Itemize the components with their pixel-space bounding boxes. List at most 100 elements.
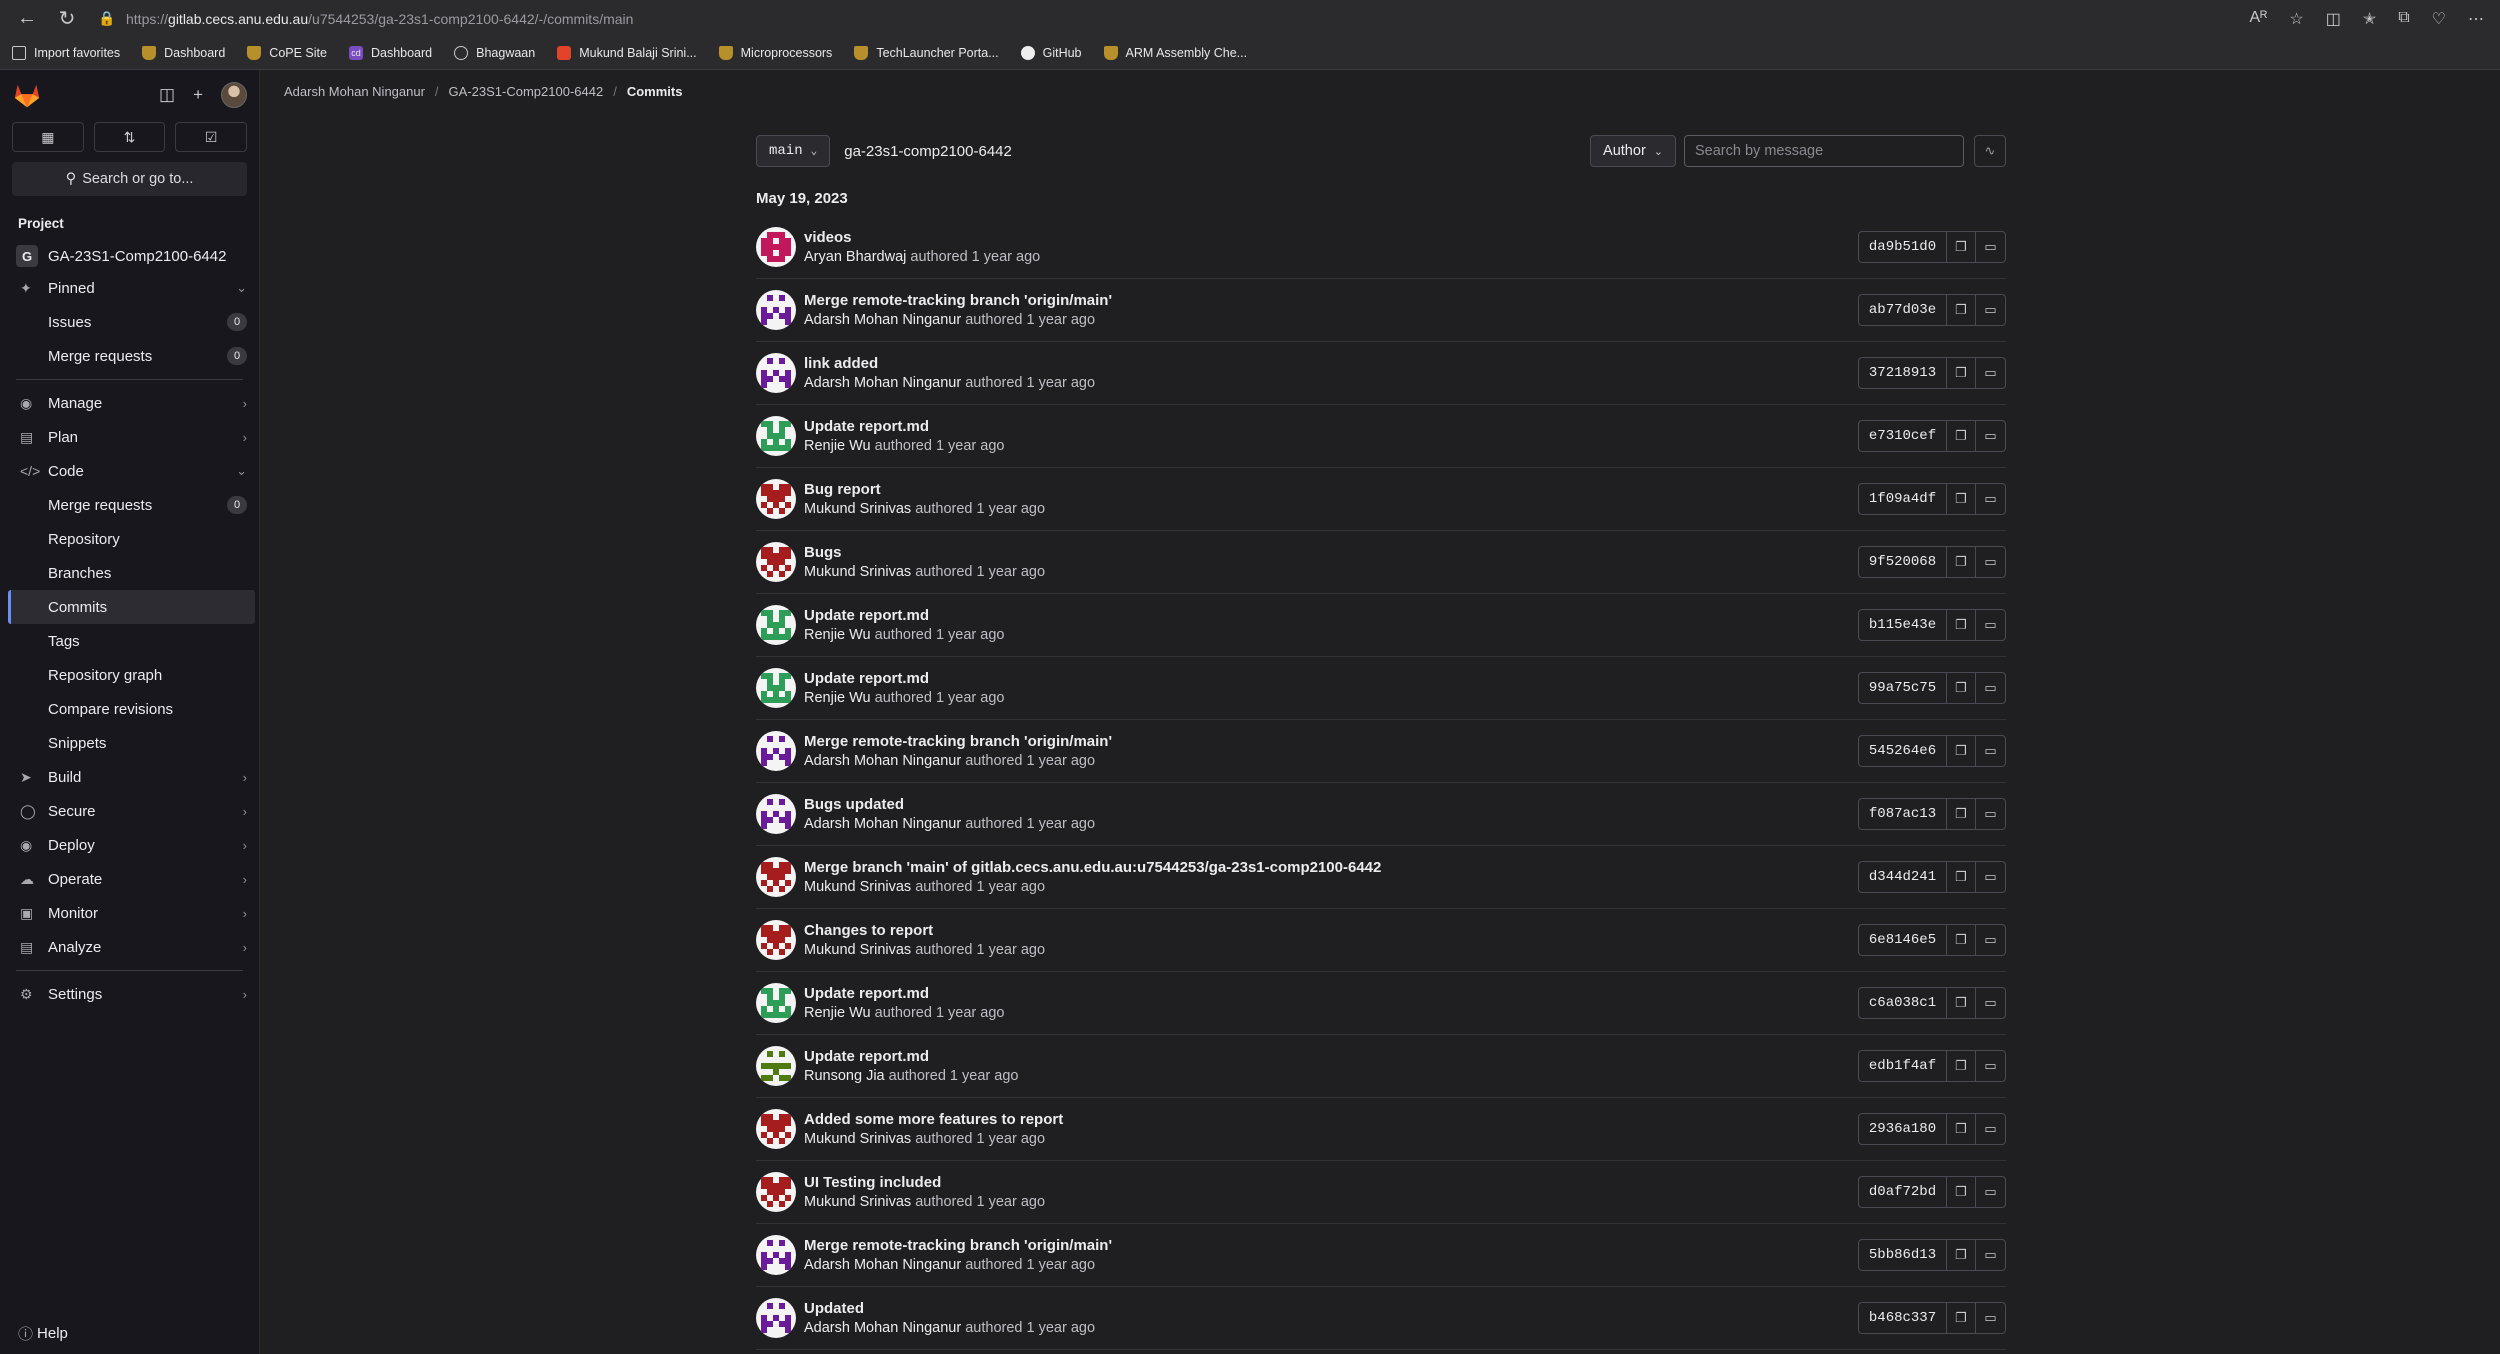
sidebar-item-plan[interactable]: ▤ Plan › (0, 420, 259, 454)
browse-files-folder-icon[interactable]: ▭ (1976, 1302, 2006, 1334)
commit-author-link[interactable]: Mukund Srinivas (804, 501, 911, 517)
copy-sha-icon[interactable]: ❐ (1946, 1239, 1976, 1271)
commit-title-link[interactable]: Bug report (804, 481, 1045, 498)
repo-path-link[interactable]: ga-23s1-comp2100-6442 (844, 143, 1012, 160)
copy-sha-icon[interactable]: ❐ (1946, 609, 1976, 641)
copy-sha-icon[interactable]: ❐ (1946, 357, 1976, 389)
author-avatar[interactable] (756, 668, 796, 708)
split-screen-icon[interactable]: ◫ (2326, 9, 2341, 29)
commit-author-link[interactable]: Mukund Srinivas (804, 1194, 911, 1210)
browse-files-folder-icon[interactable]: ▭ (1976, 924, 2006, 956)
browse-files-folder-icon[interactable]: ▭ (1976, 798, 2006, 830)
branch-dropdown[interactable]: main ⌄ (756, 135, 831, 167)
commit-author-link[interactable]: Adarsh Mohan Ninganur (804, 1320, 961, 1336)
browse-files-folder-icon[interactable]: ▭ (1976, 1176, 2006, 1208)
browse-files-folder-icon[interactable]: ▭ (1976, 1113, 2006, 1145)
sidebar-item-pinned[interactable]: ✦ Pinned ⌄ (0, 271, 259, 305)
author-avatar[interactable] (756, 794, 796, 834)
bookmark-item[interactable]: GitHub (1020, 46, 1082, 60)
copy-sha-icon[interactable]: ❐ (1946, 798, 1976, 830)
commit-author-link[interactable]: Renjie Wu (804, 438, 871, 454)
commit-title-link[interactable]: Update report.md (804, 985, 1004, 1002)
commit-sha-link[interactable]: 1f09a4df (1858, 483, 1946, 515)
bookmark-item[interactable]: Dashboard (142, 46, 225, 60)
browse-files-folder-icon[interactable]: ▭ (1976, 483, 2006, 515)
commit-author-link[interactable]: Adarsh Mohan Ninganur (804, 375, 961, 391)
browse-files-folder-icon[interactable]: ▭ (1976, 861, 2006, 893)
commit-title-link[interactable]: Updated (804, 1300, 1095, 1317)
commit-author-link[interactable]: Adarsh Mohan Ninganur (804, 312, 961, 328)
commit-sha-link[interactable]: ab77d03e (1858, 294, 1946, 326)
rss-feed-icon[interactable]: ∿ (1974, 135, 2006, 167)
author-avatar[interactable] (756, 605, 796, 645)
commit-title-link[interactable]: Bugs (804, 544, 1045, 561)
bookmark-item[interactable]: Bhagwaan (454, 46, 535, 60)
sidebar-item-pinned-merge-requests[interactable]: Merge requests 0 (0, 339, 259, 373)
copy-sha-icon[interactable]: ❐ (1946, 420, 1976, 452)
author-avatar[interactable] (756, 1235, 796, 1275)
browse-files-folder-icon[interactable]: ▭ (1976, 987, 2006, 1019)
help-button[interactable]: ⓘ Help (18, 1323, 68, 1344)
sidebar-item-tags[interactable]: Tags (0, 624, 259, 658)
copy-sha-icon[interactable]: ❐ (1946, 987, 1976, 1019)
commit-sha-link[interactable]: 545264e6 (1858, 735, 1946, 767)
read-aloud-icon[interactable]: Aᴿ (2249, 9, 2267, 29)
commit-sha-link[interactable]: e7310cef (1858, 420, 1946, 452)
commit-title-link[interactable]: Bugs updated (804, 796, 1095, 813)
commit-sha-link[interactable]: 37218913 (1858, 357, 1946, 389)
commit-title-link[interactable]: UI Testing included (804, 1174, 1045, 1191)
commit-sha-link[interactable]: 99a75c75 (1858, 672, 1946, 704)
sidebar-item-monitor[interactable]: ▣ Monitor › (0, 896, 259, 930)
author-avatar[interactable] (756, 290, 796, 330)
commit-author-link[interactable]: Mukund Srinivas (804, 879, 911, 895)
sidebar-item-repository[interactable]: Repository (0, 522, 259, 556)
author-avatar[interactable] (756, 920, 796, 960)
author-avatar[interactable] (756, 416, 796, 456)
commit-author-link[interactable]: Mukund Srinivas (804, 1131, 911, 1147)
author-avatar[interactable] (756, 731, 796, 771)
commit-sha-link[interactable]: b115e43e (1858, 609, 1946, 641)
sidebar-item-repository-graph[interactable]: Repository graph (0, 658, 259, 692)
author-avatar[interactable] (756, 1109, 796, 1149)
copy-sha-icon[interactable]: ❐ (1946, 1113, 1976, 1145)
commit-title-link[interactable]: Update report.md (804, 418, 1004, 435)
commit-title-link[interactable]: Merge remote-tracking branch 'origin/mai… (804, 733, 1112, 750)
sidebar-item-operate[interactable]: ☁ Operate › (0, 862, 259, 896)
copy-sha-icon[interactable]: ❐ (1946, 1050, 1976, 1082)
commit-title-link[interactable]: Update report.md (804, 670, 1004, 687)
author-avatar[interactable] (756, 983, 796, 1023)
commit-title-link[interactable]: Changes to report (804, 922, 1045, 939)
copy-sha-icon[interactable]: ❐ (1946, 861, 1976, 893)
sidebar-item-build[interactable]: ➤ Build › (0, 760, 259, 794)
copy-sha-icon[interactable]: ❐ (1946, 924, 1976, 956)
sidebar-item-analyze[interactable]: ▤ Analyze › (0, 930, 259, 964)
copy-sha-icon[interactable]: ❐ (1946, 1176, 1976, 1208)
copy-sha-icon[interactable]: ❐ (1946, 672, 1976, 704)
copy-sha-icon[interactable]: ❐ (1946, 231, 1976, 263)
copy-sha-icon[interactable]: ❐ (1946, 483, 1976, 515)
commit-sha-link[interactable]: edb1f4af (1858, 1050, 1946, 1082)
bookmark-item[interactable]: Microprocessors (718, 46, 832, 60)
author-dropdown[interactable]: Author ⌄ (1590, 135, 1676, 167)
search-by-message-input[interactable] (1684, 135, 1964, 167)
copy-sha-icon[interactable]: ❐ (1946, 735, 1976, 767)
breadcrumb-user[interactable]: Adarsh Mohan Ninganur (284, 84, 425, 99)
author-avatar[interactable] (756, 479, 796, 519)
browse-files-folder-icon[interactable]: ▭ (1976, 420, 2006, 452)
sidebar-item-merge-requests[interactable]: Merge requests 0 (0, 488, 259, 522)
copy-sha-icon[interactable]: ❐ (1946, 1302, 1976, 1334)
collections-icon[interactable]: ⧉ (2398, 9, 2409, 29)
breadcrumb-current[interactable]: Commits (627, 84, 683, 99)
back-arrow-icon[interactable]: ← (12, 4, 42, 34)
commit-author-link[interactable]: Adarsh Mohan Ninganur (804, 753, 961, 769)
browse-files-folder-icon[interactable]: ▭ (1976, 735, 2006, 767)
commit-title-link[interactable]: videos (804, 229, 1040, 246)
bookmark-item[interactable]: ARM Assembly Che... (1103, 46, 1247, 60)
commit-sha-link[interactable]: c6a038c1 (1858, 987, 1946, 1019)
commit-sha-link[interactable]: 5bb86d13 (1858, 1239, 1946, 1271)
commit-title-link[interactable]: Merge branch 'main' of gitlab.cecs.anu.e… (804, 859, 1381, 876)
favorite-star-icon[interactable]: ☆ (2289, 9, 2303, 29)
bookmark-item[interactable]: Import favorites (12, 46, 120, 60)
sidebar-item-issues[interactable]: Issues 0 (0, 305, 259, 339)
browse-files-folder-icon[interactable]: ▭ (1976, 1050, 2006, 1082)
